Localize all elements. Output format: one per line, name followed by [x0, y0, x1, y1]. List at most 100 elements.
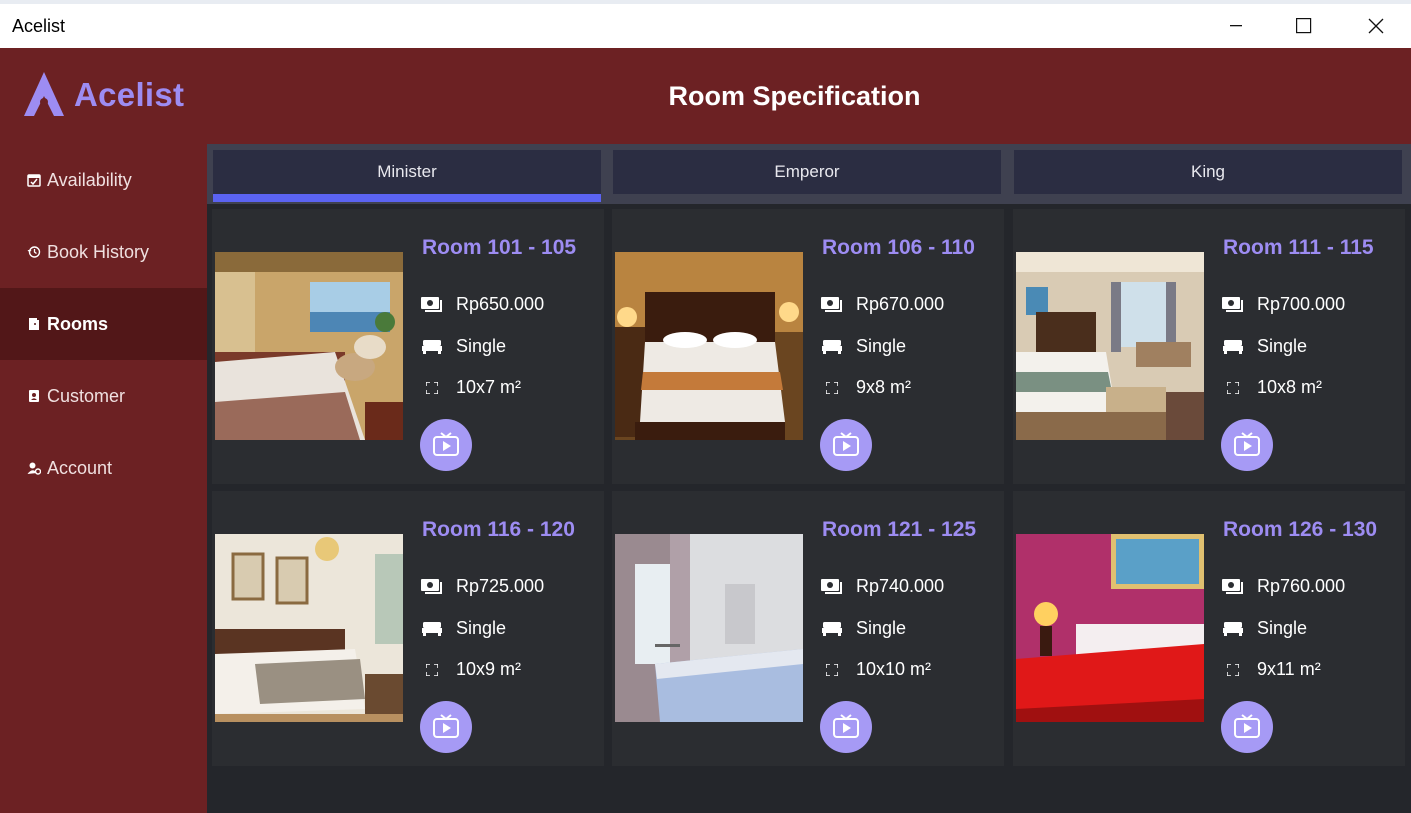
room-size: 10x8 m² [1221, 377, 1322, 398]
page-header: Room Specification [207, 48, 1411, 144]
sidebar-item-label: Rooms [47, 313, 109, 334]
room-size: 10x10 m² [820, 659, 931, 680]
minimize-icon [1230, 25, 1242, 27]
tv-play-icon [1234, 714, 1260, 738]
expand-icon [820, 661, 844, 679]
room-size: 10x9 m² [420, 659, 521, 680]
door-icon [27, 317, 41, 331]
room-card: Room 111 - 115 Rp700.000 Single 10x8 m² [1013, 209, 1405, 484]
room-bed: Single [1221, 618, 1307, 639]
watch-video-button[interactable] [1221, 701, 1273, 753]
room-size: 9x8 m² [820, 377, 911, 398]
watch-video-button[interactable] [420, 701, 472, 753]
size-label: 10x8 m² [1257, 377, 1323, 397]
window-title: Acelist [12, 16, 66, 36]
bed-icon [820, 620, 844, 638]
room-size: 10x7 m² [420, 377, 521, 398]
money-icon [420, 296, 444, 314]
calendar-check-icon [27, 173, 41, 187]
sidebar-item-availability[interactable]: Availability [0, 144, 207, 216]
room-card: Room 101 - 105 Rp650.000 Single 10x7 m² [212, 209, 604, 484]
page-title: Room Specification [668, 81, 921, 111]
room-name: Room 121 - 125 [822, 518, 977, 541]
size-label: 10x10 m² [856, 659, 932, 679]
brand-name: Acelist [74, 76, 185, 113]
room-photo [1016, 534, 1204, 722]
price-label: Rp725.000 [456, 576, 545, 596]
room-card: Room 116 - 120 Rp725.000 Single 10x9 m² [212, 491, 604, 766]
history-icon [27, 245, 41, 259]
expand-icon [420, 379, 444, 397]
bed-icon [820, 338, 844, 356]
minimize-button[interactable] [1201, 4, 1271, 48]
sidebar-item-book-history[interactable]: Book History [0, 216, 207, 288]
price-label: Rp650.000 [456, 294, 545, 314]
bed-label: Single [856, 336, 907, 356]
money-icon [820, 578, 844, 596]
money-icon [820, 296, 844, 314]
bed-label: Single [456, 618, 507, 638]
sidebar-item-rooms[interactable]: Rooms [0, 288, 207, 360]
watch-video-button[interactable] [1221, 419, 1273, 471]
tv-play-icon [433, 432, 459, 456]
room-name: Room 111 - 115 [1223, 236, 1374, 259]
tab-king[interactable]: King [1014, 150, 1402, 194]
tab-label: Emperor [774, 162, 840, 181]
bed-icon [1221, 620, 1245, 638]
tab-minister[interactable]: Minister [213, 150, 601, 194]
room-card: Room 121 - 125 Rp740.000 Single 10x10 m² [612, 491, 1004, 766]
money-icon [1221, 578, 1245, 596]
bed-label: Single [1257, 618, 1308, 638]
close-button[interactable] [1341, 4, 1411, 48]
tab-label: King [1190, 162, 1226, 181]
acelist-logo-icon [24, 72, 64, 116]
watch-video-button[interactable] [420, 419, 472, 471]
user-gear-icon [27, 461, 41, 475]
room-photo [215, 534, 403, 722]
main-content: Minister Emperor King Room 101 - 105 Rp6… [207, 144, 1411, 813]
expand-icon [820, 379, 844, 397]
room-price: Rp740.000 [820, 576, 944, 597]
id-badge-icon [27, 389, 41, 403]
room-price: Rp650.000 [420, 294, 544, 315]
size-label: 10x9 m² [456, 659, 522, 679]
sidebar-item-label: Book History [47, 241, 150, 262]
sidebar-item-label: Account [47, 457, 113, 478]
room-bed: Single [820, 336, 906, 357]
room-price: Rp670.000 [820, 294, 944, 315]
tab-label: Minister [377, 162, 437, 181]
price-label: Rp700.000 [1257, 294, 1346, 314]
price-label: Rp740.000 [856, 576, 945, 596]
room-card: Room 106 - 110 Rp670.000 Single 9x8 m² [612, 209, 1004, 484]
sidebar-item-label: Customer [47, 385, 126, 406]
tv-play-icon [1234, 432, 1260, 456]
price-label: Rp760.000 [1257, 576, 1346, 596]
sidebar-item-account[interactable]: Account [0, 432, 207, 504]
expand-icon [420, 661, 444, 679]
room-price: Rp725.000 [420, 576, 544, 597]
size-label: 10x7 m² [456, 377, 522, 397]
bed-icon [420, 338, 444, 356]
bed-label: Single [856, 618, 907, 638]
close-icon [1368, 18, 1384, 34]
room-photo [615, 252, 803, 440]
tv-play-icon [833, 432, 859, 456]
room-size: 9x11 m² [1221, 659, 1321, 680]
maximize-icon [1296, 18, 1312, 34]
watch-video-button[interactable] [820, 701, 872, 753]
room-name: Room 106 - 110 [822, 236, 975, 259]
tab-emperor[interactable]: Emperor [613, 150, 1001, 194]
room-bed: Single [420, 618, 506, 639]
sidebar-item-customer[interactable]: Customer [0, 360, 207, 432]
size-label: 9x11 m² [1257, 659, 1321, 679]
watch-video-button[interactable] [820, 419, 872, 471]
window-titlebar: Acelist [0, 4, 1411, 48]
brand-logo[interactable]: Acelist [22, 70, 184, 120]
bed-label: Single [456, 336, 507, 356]
bed-label: Single [1257, 336, 1308, 356]
expand-icon [1221, 379, 1245, 397]
room-price: Rp760.000 [1221, 576, 1345, 597]
money-icon [420, 578, 444, 596]
maximize-button[interactable] [1269, 4, 1339, 48]
room-bed: Single [820, 618, 906, 639]
